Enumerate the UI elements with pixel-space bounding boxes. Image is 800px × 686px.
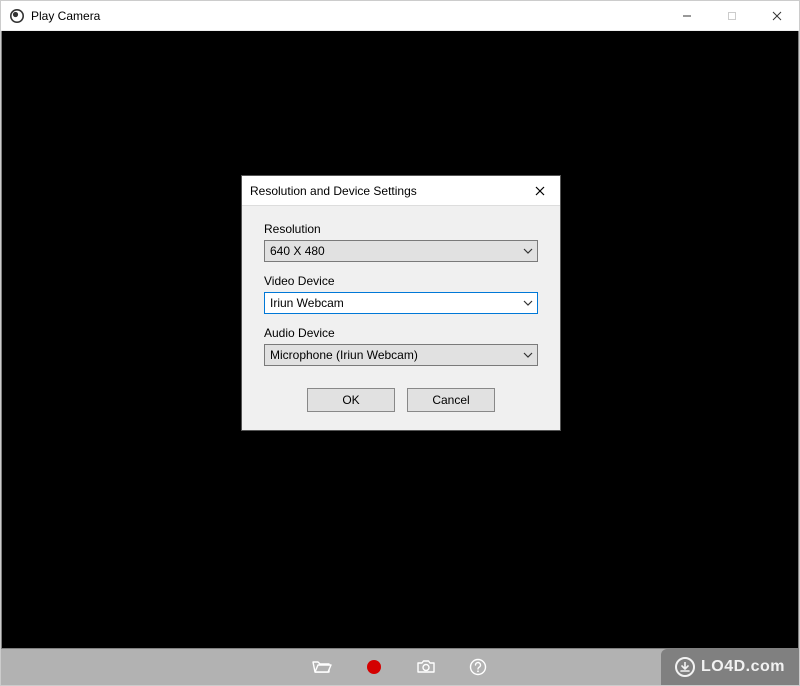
camera-app-icon [9, 8, 25, 24]
snapshot-button[interactable] [416, 657, 436, 677]
video-device-label: Video Device [264, 274, 538, 288]
chevron-down-icon [519, 241, 537, 261]
audio-device-label: Audio Device [264, 326, 538, 340]
record-dot-icon [367, 660, 381, 674]
settings-dialog: Resolution and Device Settings Resolutio… [241, 175, 561, 431]
close-button[interactable] [754, 1, 799, 31]
chevron-down-icon [519, 345, 537, 365]
chevron-down-icon [519, 293, 537, 313]
open-folder-button[interactable] [312, 657, 332, 677]
audio-device-value: Microphone (Iriun Webcam) [265, 348, 519, 362]
dialog-title: Resolution and Device Settings [250, 184, 417, 198]
dialog-body: Resolution 640 X 480 Video Device Iriun … [242, 206, 560, 430]
window-controls [664, 1, 799, 30]
audio-device-select[interactable]: Microphone (Iriun Webcam) [264, 344, 538, 366]
dialog-button-row: OK Cancel [264, 388, 538, 412]
titlebar: Play Camera [1, 1, 799, 31]
resolution-select[interactable]: 640 X 480 [264, 240, 538, 262]
dialog-titlebar: Resolution and Device Settings [242, 176, 560, 206]
help-button[interactable] [468, 657, 488, 677]
cancel-button[interactable]: Cancel [407, 388, 495, 412]
download-icon [675, 657, 695, 677]
resolution-label: Resolution [264, 222, 538, 236]
bottom-toolbar: LO4D.com [1, 649, 799, 685]
video-device-value: Iriun Webcam [265, 296, 519, 310]
dialog-close-button[interactable] [520, 176, 560, 206]
video-device-select[interactable]: Iriun Webcam [264, 292, 538, 314]
watermark-text: LO4D.com [701, 658, 785, 676]
maximize-button[interactable] [709, 1, 754, 31]
minimize-button[interactable] [664, 1, 709, 31]
resolution-value: 640 X 480 [265, 244, 519, 258]
ok-button[interactable]: OK [307, 388, 395, 412]
window-title: Play Camera [31, 9, 100, 23]
watermark: LO4D.com [661, 649, 799, 685]
record-button[interactable] [364, 657, 384, 677]
